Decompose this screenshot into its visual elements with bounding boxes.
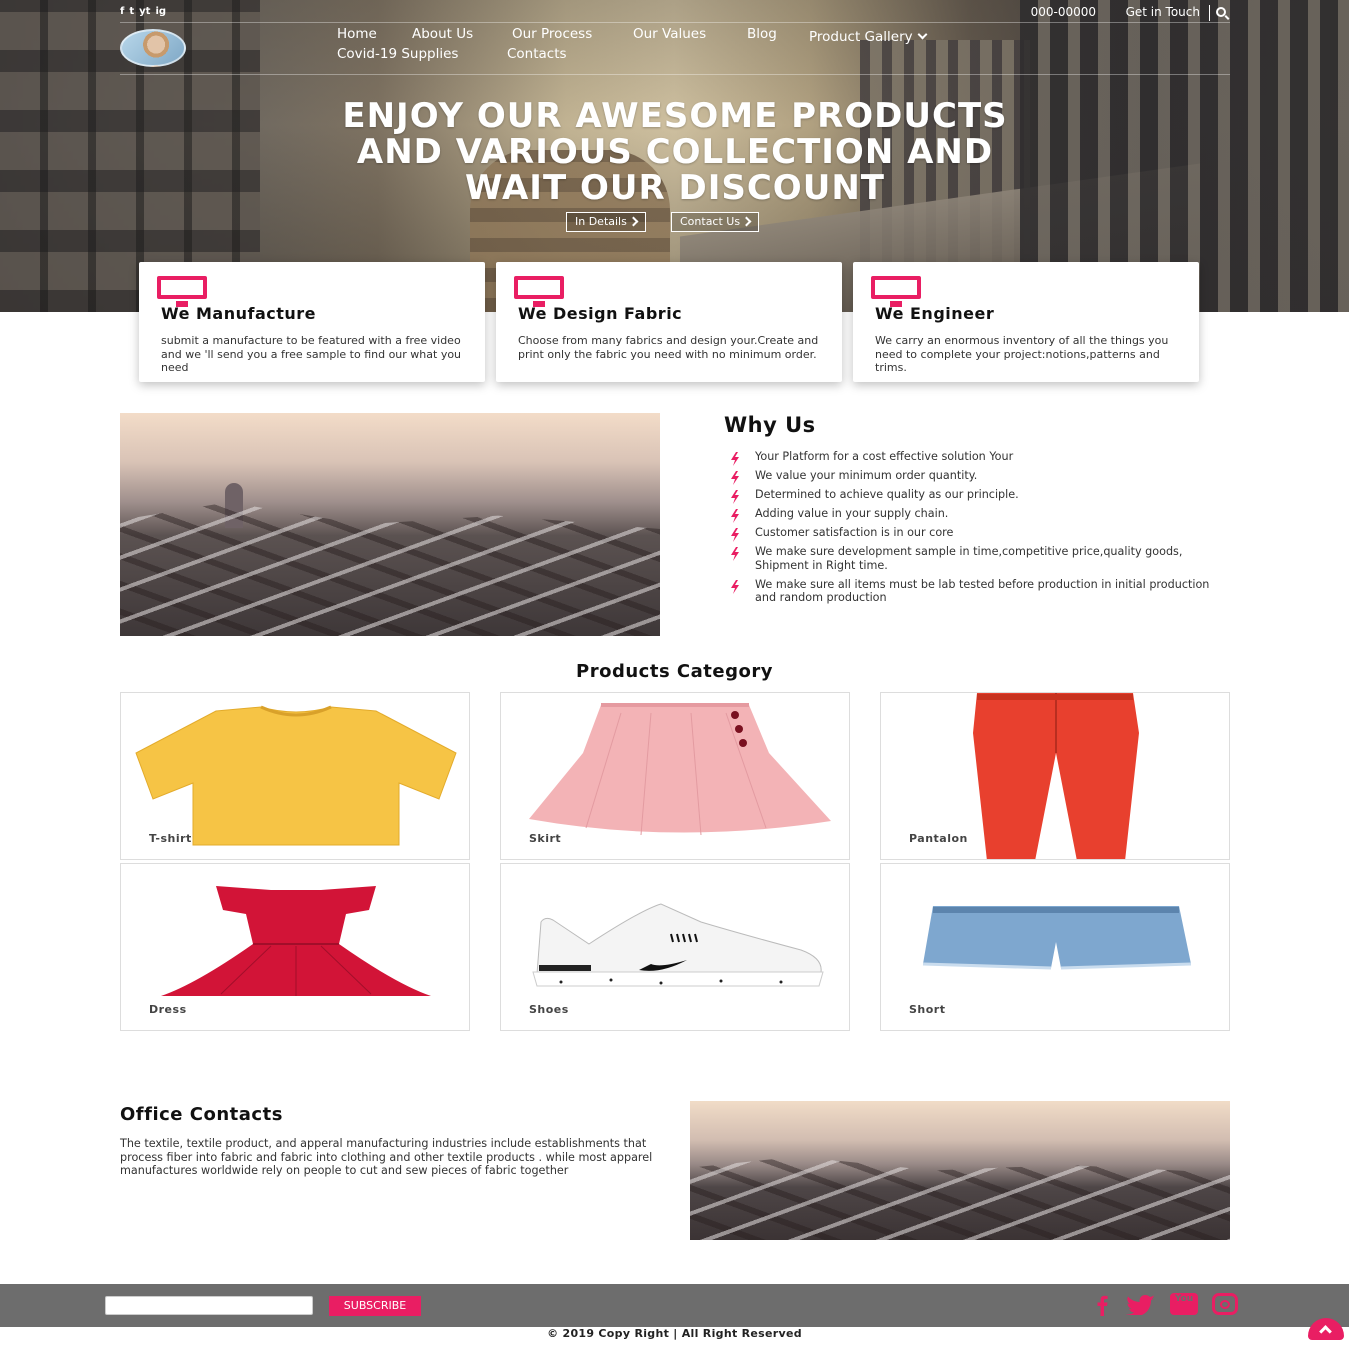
list-item: We make sure development sample in time,…	[728, 545, 1218, 572]
service-text: Choose from many fabrics and design your…	[518, 334, 819, 361]
list-item: Your Platform for a cost effective solut…	[728, 450, 1218, 466]
facebook-icon[interactable]: f	[120, 5, 124, 19]
instagram-icon[interactable]	[1212, 1293, 1238, 1315]
bolt-icon	[731, 528, 739, 542]
nav-product-gallery-label: Product Gallery	[809, 29, 913, 45]
logo-avatar[interactable]	[120, 29, 186, 67]
hero-title-line: WAIT OUR DISCOUNT	[465, 168, 885, 208]
monitor-icon	[157, 276, 207, 307]
why-item-text: Adding value in your supply chain.	[755, 507, 949, 520]
list-item: Determined to achieve quality as our pri…	[728, 488, 1218, 504]
nav-home[interactable]: Home	[337, 26, 377, 42]
service-text: We carry an enormous inventory of all th…	[875, 334, 1169, 374]
subscribe-button[interactable]: SUBSCRIBE	[329, 1296, 421, 1316]
topbar-divider	[1209, 5, 1210, 21]
nav-our-process[interactable]: Our Process	[512, 26, 592, 42]
service-title: We Manufacture	[161, 304, 317, 323]
nav-our-values[interactable]: Our Values	[633, 26, 706, 42]
monitor-icon	[871, 276, 921, 307]
bolt-icon	[731, 471, 739, 485]
product-label: Short	[909, 1003, 946, 1016]
bolt-icon	[731, 547, 739, 561]
product-label: Pantalon	[909, 832, 968, 845]
why-item-text: We make sure development sample in time,…	[755, 545, 1183, 572]
nav-about-us[interactable]: About Us	[412, 26, 473, 42]
why-item-text: We value your minimum order quantity.	[755, 469, 978, 482]
youtube-icon-text: You	[1174, 1294, 1194, 1304]
photo-rooftops	[690, 1156, 1230, 1240]
product-label: T-shirt	[149, 832, 192, 845]
hero-title-line: ENJOY OUR AWESOME PRODUCTS	[342, 96, 1008, 136]
get-in-touch-link[interactable]: Get in Touch	[1126, 5, 1200, 19]
product-card-tshirt[interactable]: T-shirt	[120, 692, 470, 860]
nav-product-gallery[interactable]: Product Gallery	[809, 26, 928, 45]
product-card-dress[interactable]: Dress	[120, 863, 470, 1031]
why-item-text: Your Platform for a cost effective solut…	[755, 450, 1014, 463]
why-us-city-photo	[120, 413, 660, 636]
product-card-skirt[interactable]: Skirt	[500, 692, 850, 860]
product-card-shoes[interactable]: Shoes	[500, 863, 850, 1031]
office-contacts-text: The textile, textile product, and appera…	[120, 1137, 653, 1177]
product-label: Shoes	[529, 1003, 569, 1016]
twitter-icon[interactable]: t	[129, 5, 134, 19]
footer: SUBSCRIBE You	[0, 1284, 1349, 1327]
service-text: submit a manufacture to be featured with…	[161, 334, 462, 374]
instagram-lens	[1220, 1300, 1230, 1309]
photo-rooftops	[120, 502, 660, 636]
office-contacts-title: Office Contacts	[120, 1104, 283, 1125]
hero-title-line: AND VARIOUS COLLECTION AND	[356, 132, 994, 172]
product-card-short[interactable]: Short	[880, 863, 1230, 1031]
nav-underline	[120, 74, 1230, 75]
copyright-text: © 2019 Copy Right | All Right Reserved	[547, 1327, 802, 1340]
bolt-icon	[731, 579, 739, 594]
list-item: We make sure all items must be lab teste…	[728, 578, 1218, 605]
top-bar: f t yt ig 000-00000 Get in Touch	[120, 5, 1230, 23]
service-title: We Engineer	[875, 304, 995, 323]
arrow-right-icon	[741, 216, 752, 227]
list-item: Customer satisfaction is in our core	[728, 526, 1218, 542]
product-label: Dress	[149, 1003, 187, 1016]
top-social-links: f t yt ig	[120, 5, 166, 19]
product-label: Skirt	[529, 832, 562, 845]
chevron-down-icon	[917, 29, 928, 40]
list-item: Adding value in your supply chain.	[728, 507, 1218, 523]
facebook-icon[interactable]	[1093, 1294, 1111, 1316]
list-item: We value your minimum order quantity.	[728, 469, 1218, 485]
why-item-text: We make sure all items must be lab teste…	[755, 577, 1210, 605]
service-title: We Design Fabric	[518, 304, 683, 323]
contact-us-label: Contact Us	[680, 215, 741, 228]
subscribe-email-input[interactable]	[105, 1296, 313, 1315]
hero-title: ENJOY OUR AWESOME PRODUCTS AND VARIOUS C…	[200, 98, 1150, 206]
why-us-title: Why Us	[724, 413, 816, 437]
office-city-photo	[690, 1101, 1230, 1240]
youtube-icon[interactable]: yt	[139, 5, 150, 19]
why-item-text: Customer satisfaction is in our core	[755, 526, 954, 539]
bolt-icon	[731, 452, 739, 466]
twitter-icon[interactable]	[1126, 1295, 1156, 1315]
instagram-icon[interactable]: ig	[155, 5, 166, 19]
nav-blog[interactable]: Blog	[747, 26, 777, 42]
products-category-title: Products Category	[576, 661, 773, 682]
why-item-text: Determined to achieve quality as our pri…	[755, 488, 1019, 501]
monitor-icon	[514, 276, 564, 307]
chevron-up-icon	[1319, 1325, 1332, 1338]
search-icon[interactable]	[1216, 7, 1226, 17]
contact-us-button[interactable]: Contact Us	[671, 212, 760, 232]
service-card-manufacture: We Manufacture submit a manufacture to b…	[139, 262, 485, 382]
bolt-icon	[731, 509, 739, 523]
arrow-right-icon	[628, 216, 639, 227]
youtube-icon[interactable]: You	[1170, 1293, 1198, 1315]
nav-covid-supplies[interactable]: Covid-19 Supplies	[337, 46, 458, 62]
nav-contacts[interactable]: Contacts	[507, 46, 567, 62]
phone-number[interactable]: 000-00000	[1031, 5, 1096, 19]
in-details-button[interactable]: In Details	[566, 212, 646, 232]
bolt-icon	[731, 490, 739, 504]
service-card-engineer: We Engineer We carry an enormous invento…	[853, 262, 1199, 382]
product-card-pantalon[interactable]: Pantalon	[880, 692, 1230, 860]
why-us-list: Your Platform for a cost effective solut…	[728, 450, 1218, 610]
in-details-label: In Details	[575, 215, 627, 228]
service-card-design-fabric: We Design Fabric Choose from many fabric…	[496, 262, 842, 382]
